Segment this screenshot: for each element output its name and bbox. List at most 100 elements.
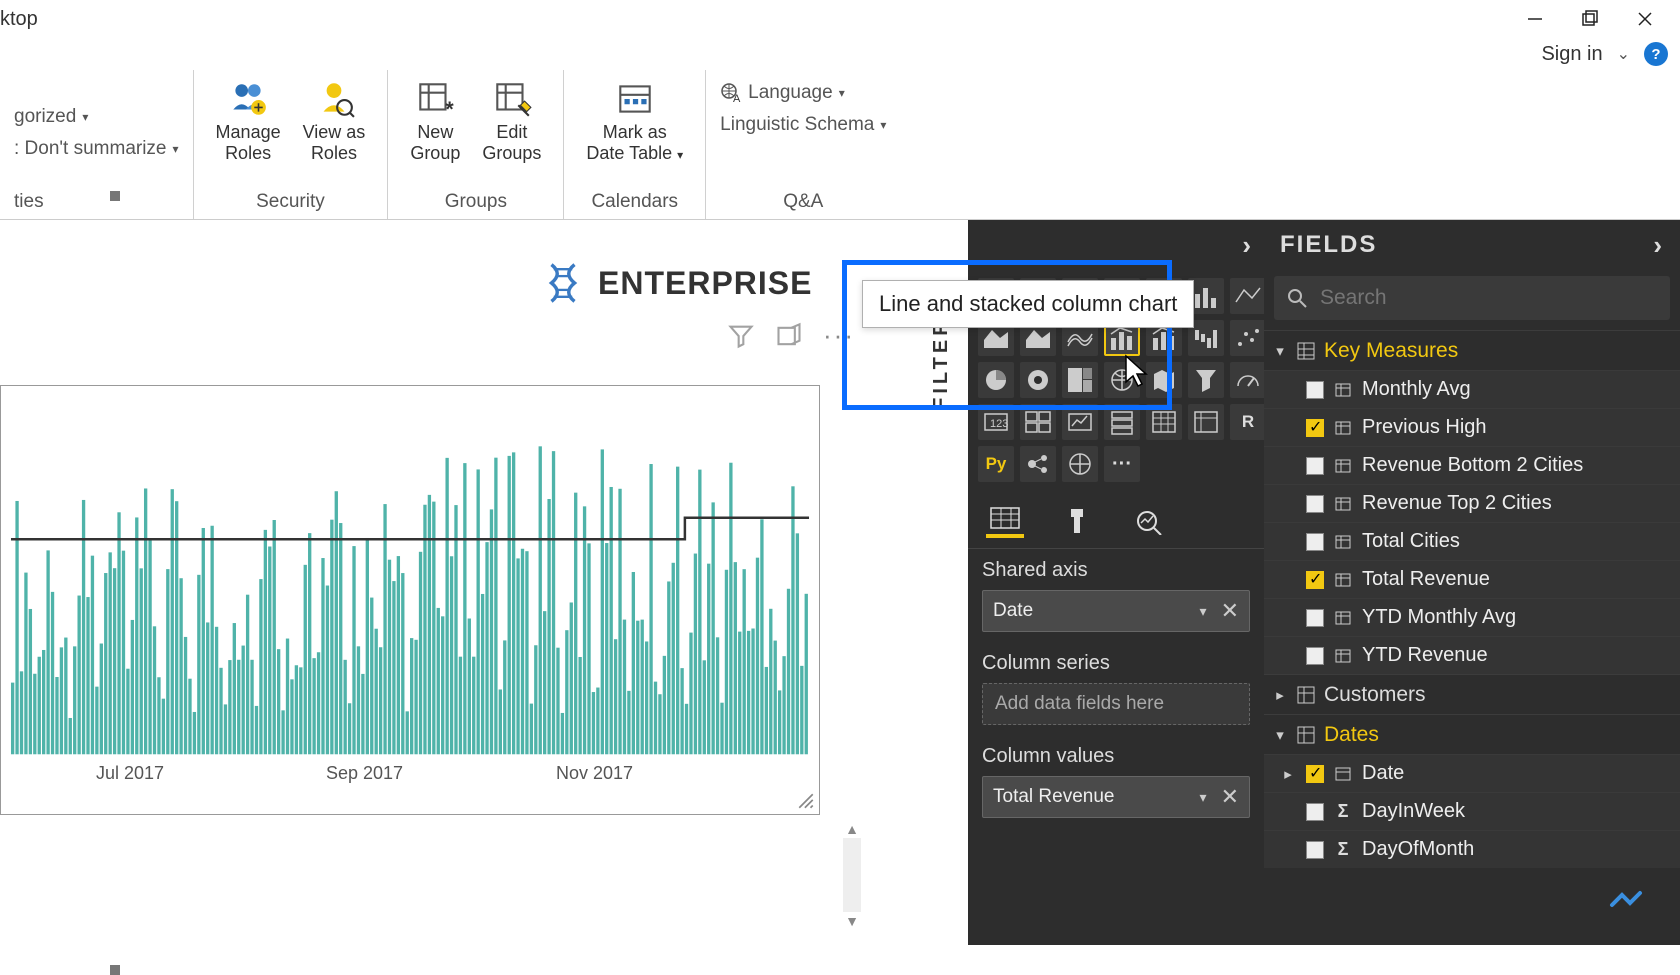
more-options-icon[interactable]: ··· (823, 320, 855, 351)
window-minimize-button[interactable] (1507, 0, 1562, 38)
viz-r-visual[interactable]: R (1230, 404, 1266, 440)
field-checkbox[interactable] (1306, 765, 1324, 783)
filter-icon[interactable] (727, 322, 755, 350)
manage-roles-button[interactable]: Manage Roles (208, 76, 289, 165)
focus-mode-icon[interactable] (775, 322, 803, 350)
linguistic-schema-dropdown[interactable]: Linguistic Schema▾ (720, 114, 886, 136)
search-icon (1286, 287, 1308, 309)
x-tick-label: Sep 2017 (326, 763, 403, 784)
viz-card[interactable]: 123 (978, 404, 1014, 440)
table-dates[interactable]: ▾ Dates (1264, 714, 1680, 754)
viz-more[interactable]: ··· (1104, 446, 1140, 482)
search-input[interactable] (1320, 286, 1658, 310)
qa-group-label: Q&A (720, 187, 886, 215)
remove-field-icon[interactable]: ✕ (1221, 598, 1239, 624)
field-checkbox[interactable] (1306, 457, 1324, 475)
collapse-icon[interactable]: ▾ (1272, 342, 1288, 360)
field-checkbox[interactable] (1306, 419, 1324, 437)
column-series-well[interactable]: Add data fields here (982, 683, 1250, 725)
viz-scatter[interactable] (1230, 320, 1266, 356)
viz-treemap[interactable] (1062, 362, 1098, 398)
help-icon[interactable]: ? (1644, 42, 1668, 66)
field-checkbox[interactable] (1306, 609, 1324, 627)
table-customers[interactable]: ▸ Customers (1264, 674, 1680, 714)
sigma-icon: Σ (1334, 841, 1352, 859)
viz-decomposition[interactable] (1062, 446, 1098, 482)
expand-icon[interactable]: ▸ (1272, 686, 1288, 704)
field-dayinweek[interactable]: Σ DayInWeek (1264, 792, 1680, 830)
table-key-measures[interactable]: ▾ Key Measures (1264, 330, 1680, 370)
view-as-roles-button[interactable]: View as Roles (295, 76, 374, 165)
viz-py-visual[interactable]: Py (978, 446, 1014, 482)
titlebar: ktop (0, 0, 1680, 38)
field-checkbox[interactable] (1306, 803, 1324, 821)
watermark-icon (1608, 887, 1644, 913)
field-checkbox[interactable] (1306, 381, 1324, 399)
ribbon: gorized▾ : Don't summarize▾ ties Manage … (0, 70, 1680, 220)
field-checkbox[interactable] (1306, 647, 1324, 665)
column-series-label: Column series (982, 652, 1250, 675)
viz-donut[interactable] (1020, 362, 1056, 398)
viz-gauge[interactable] (1230, 362, 1266, 398)
fields-search[interactable] (1274, 276, 1670, 320)
window-maximize-button[interactable] (1562, 0, 1617, 38)
viz-slicer[interactable] (1104, 404, 1140, 440)
viz-multi-card[interactable] (1020, 404, 1056, 440)
signin-link[interactable]: Sign in (1541, 43, 1602, 66)
selection-handle-bottom[interactable] (110, 965, 120, 975)
field-date[interactable]: ▸ Date (1264, 754, 1680, 792)
chart-visual[interactable]: Jul 2017 Sep 2017 Nov 2017 (0, 385, 820, 815)
collapse-fields-panel-icon[interactable]: › (1653, 230, 1664, 261)
viz-key-influencers[interactable] (1020, 446, 1056, 482)
field-total_cities[interactable]: Total Cities (1264, 522, 1680, 560)
categorized-dropdown[interactable]: gorized▾ (14, 106, 179, 128)
window-close-button[interactable] (1617, 0, 1672, 38)
security-group-label: Security (208, 187, 374, 215)
svg-text:*: * (446, 98, 455, 120)
language-dropdown[interactable]: A Language▾ (720, 82, 886, 104)
measure-icon (1334, 533, 1352, 551)
summarize-dropdown[interactable]: : Don't summarize▾ (14, 138, 179, 160)
mark-date-table-button[interactable]: Mark as Date Table ▾ (578, 76, 691, 165)
viz-table[interactable] (1146, 404, 1182, 440)
measure-icon (1334, 647, 1352, 665)
fields-tab[interactable] (986, 504, 1024, 538)
selection-handle-top[interactable] (110, 191, 120, 201)
field-ytd_monthly_avg[interactable]: YTD Monthly Avg (1264, 598, 1680, 636)
viz-line[interactable] (1230, 278, 1266, 314)
analytics-tab[interactable] (1130, 504, 1168, 538)
field-rev_bottom2[interactable]: Revenue Bottom 2 Cities (1264, 446, 1680, 484)
field-previous_high[interactable]: Previous High (1264, 408, 1680, 446)
field-checkbox[interactable] (1306, 571, 1324, 589)
field-monthly_avg[interactable]: Monthly Avg (1264, 370, 1680, 408)
fields-header: FIELDS (1280, 231, 1377, 259)
format-tab[interactable] (1058, 504, 1096, 538)
mouse-cursor-icon (1122, 354, 1152, 390)
edit-groups-button[interactable]: Edit Groups (474, 76, 549, 165)
resize-handle-icon[interactable] (797, 792, 815, 810)
shared-axis-well[interactable]: Date▾✕ (982, 590, 1250, 632)
x-tick-label: Jul 2017 (96, 763, 164, 784)
report-canvas[interactable]: ENTERPRISE ··· Jul 2017 Sep 2017 Nov 201… (0, 220, 915, 945)
viz-matrix[interactable] (1188, 404, 1224, 440)
viz-kpi[interactable] (1062, 404, 1098, 440)
field-checkbox[interactable] (1306, 495, 1324, 513)
field-checkbox[interactable] (1306, 533, 1324, 551)
field-dayofmonth[interactable]: Σ DayOfMonth (1264, 830, 1680, 868)
signin-row: Sign in ⌄ ? (0, 38, 1680, 70)
field-total_revenue[interactable]: Total Revenue (1264, 560, 1680, 598)
collapse-viz-panel-icon[interactable]: › (1242, 230, 1252, 261)
remove-field-icon[interactable]: ✕ (1221, 784, 1239, 810)
viz-pie[interactable] (978, 362, 1014, 398)
column-values-well[interactable]: Total Revenue▾✕ (982, 776, 1250, 818)
visualizations-panel: VISUALIZATIONS › 123RPy··· Shared axis D… (968, 220, 1264, 945)
field-ytd_revenue[interactable]: YTD Revenue (1264, 636, 1680, 674)
chevron-down-icon[interactable]: ⌄ (1617, 44, 1630, 64)
collapse-icon[interactable]: ▾ (1272, 726, 1288, 744)
expand-icon[interactable]: ▸ (1280, 765, 1296, 783)
field-checkbox[interactable] (1306, 841, 1324, 859)
field-rev_top2[interactable]: Revenue Top 2 Cities (1264, 484, 1680, 522)
new-group-button[interactable]: * New Group (402, 76, 468, 165)
viz-funnel[interactable] (1188, 362, 1224, 398)
canvas-scrollbar[interactable]: ▲ ▼ (843, 820, 861, 930)
